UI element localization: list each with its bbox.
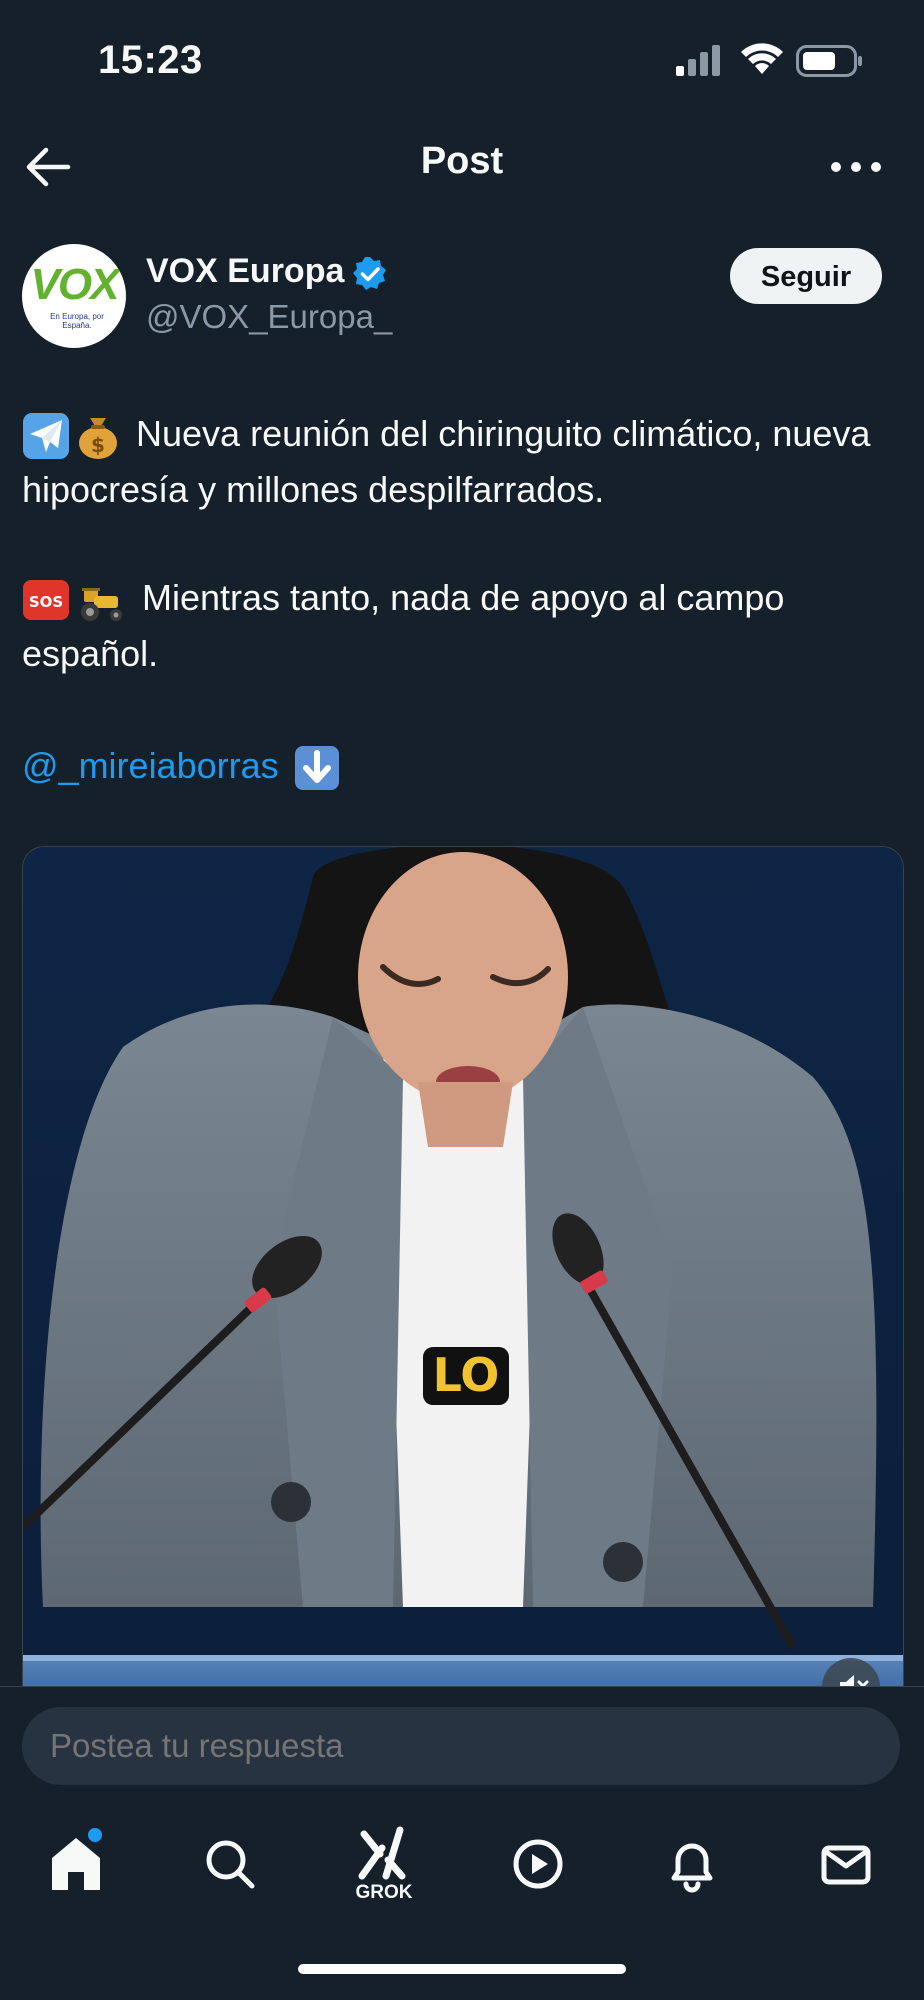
wifi-icon: [741, 43, 783, 74]
grok-icon: [358, 1826, 406, 1880]
envelope-icon: [821, 1845, 871, 1885]
svg-text:SOS: SOS: [29, 593, 63, 611]
airplane-emoji-icon: [23, 413, 69, 460]
tractor-emoji-icon: [81, 588, 122, 622]
avatar-logo-tagline: En Europa, por España.: [50, 312, 104, 330]
tweet-paragraph-3: @_mireiaborras: [22, 738, 902, 794]
follow-button[interactable]: Seguir: [730, 248, 882, 304]
tab-messages[interactable]: [806, 1824, 886, 1904]
svg-text:$: $: [91, 433, 105, 457]
money-bag-emoji-icon: $: [79, 418, 117, 460]
tab-grok[interactable]: GROK: [344, 1824, 424, 1904]
battery-icon: [796, 45, 862, 77]
tweet-paragraph-1: $ Nueva reunión del chiringuito climátic…: [22, 406, 902, 518]
cellular-signal-icon: [676, 45, 720, 76]
grok-label: GROK: [355, 1882, 413, 1903]
tab-video[interactable]: [498, 1824, 578, 1904]
mention-link[interactable]: @_mireiaborras: [22, 745, 279, 786]
verified-badge-icon: [353, 257, 386, 290]
page-title: Post: [420, 140, 504, 182]
tab-home[interactable]: [36, 1824, 116, 1904]
tweet-text-line-1: Nueva reunión del chiringuito climático,…: [22, 413, 871, 510]
reply-input[interactable]: [22, 1707, 900, 1785]
notification-dot: [88, 1828, 102, 1842]
nav-header: Post: [0, 120, 924, 212]
status-bar: 15:23: [0, 0, 924, 120]
status-time: 15:23: [98, 38, 203, 82]
tweet-text-line-2: Mientras tanto, nada de apoyo al campo e…: [22, 577, 785, 674]
tweet-paragraph-2: SOS Mientras tanto, nada de apoyo al cam…: [22, 570, 902, 682]
search-icon: [206, 1840, 255, 1889]
more-options-icon[interactable]: [828, 144, 884, 190]
bell-icon: [671, 1843, 713, 1893]
video-caption: LO: [433, 1348, 500, 1402]
reply-bar: [0, 1686, 924, 1797]
tab-search[interactable]: [190, 1824, 270, 1904]
tab-notifications[interactable]: [652, 1824, 732, 1904]
home-icon: [52, 1838, 100, 1890]
video-player[interactable]: LO: [22, 846, 904, 1687]
sos-emoji-icon: SOS: [23, 580, 69, 621]
down-arrow-emoji-icon: [294, 746, 339, 791]
author-name[interactable]: VOX Europa: [146, 252, 344, 291]
home-indicator: [298, 1964, 626, 1974]
avatar-logo-text: VOX: [30, 260, 120, 309]
author-handle[interactable]: @VOX_Europa_: [146, 298, 392, 336]
avatar[interactable]: VOX En Europa, por España.: [22, 244, 126, 348]
video-frame: LO: [23, 847, 903, 1687]
play-circle-icon: [513, 1839, 563, 1889]
